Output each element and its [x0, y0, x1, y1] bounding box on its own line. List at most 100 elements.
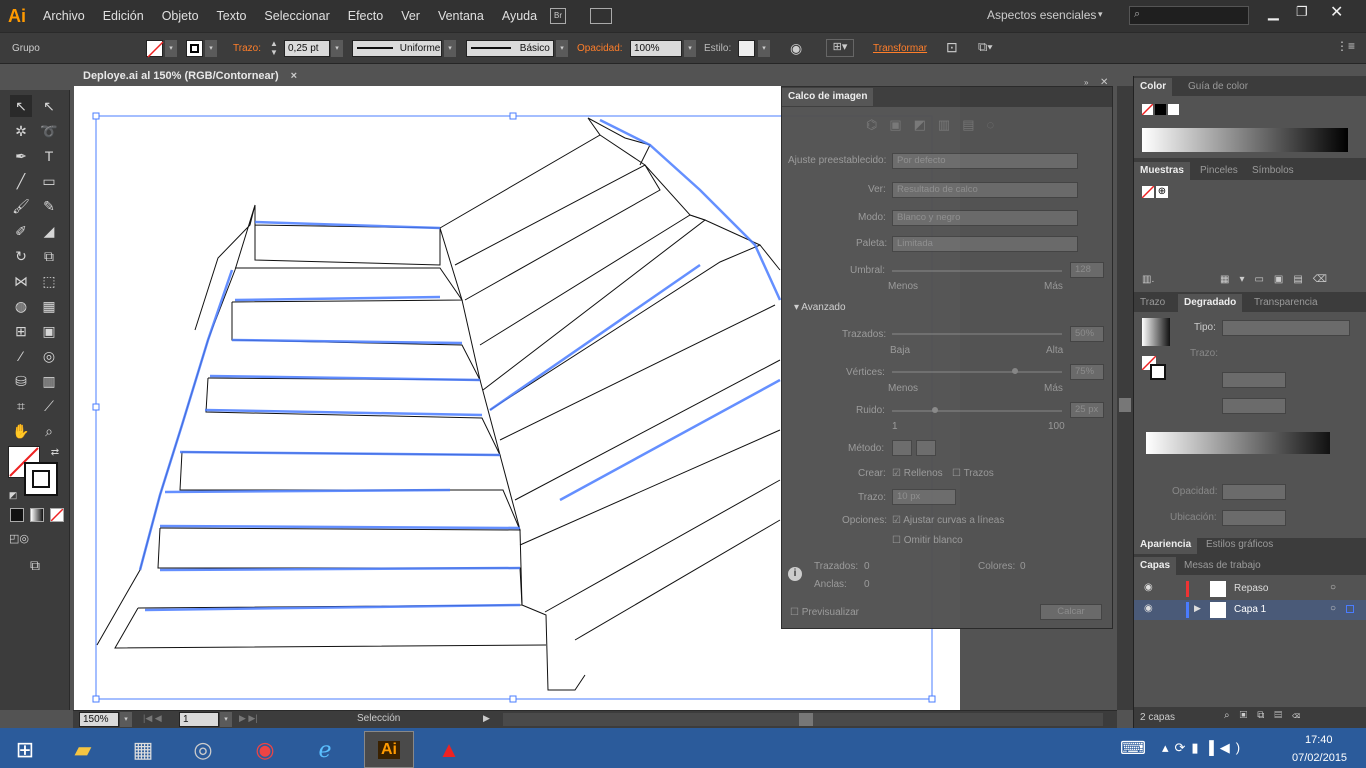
- screen-mode-icon[interactable]: ⧉: [24, 554, 46, 576]
- visibility-icon[interactable]: ◉: [1144, 582, 1153, 593]
- arrange-docs-icon[interactable]: [590, 8, 612, 24]
- free-transform-icon[interactable]: ⬚: [38, 270, 60, 292]
- preset-select[interactable]: Por defecto: [892, 153, 1078, 169]
- type-tool-icon[interactable]: T: [38, 145, 60, 167]
- preview-checkbox[interactable]: ☐ Previsualizar: [790, 607, 859, 618]
- slice-tool-icon[interactable]: ⟋: [38, 395, 60, 417]
- gradient-location-field[interactable]: [1222, 510, 1286, 526]
- gradient-slider[interactable]: [1146, 432, 1330, 454]
- workspace-switcher[interactable]: Aspectos esenciales: [987, 8, 1096, 22]
- workspace-chevron-icon[interactable]: ▾: [1098, 9, 1103, 20]
- gradient-mode-icon[interactable]: [30, 508, 44, 522]
- method-overlapping-icon[interactable]: [916, 440, 936, 456]
- gradient-thumbnail[interactable]: [1142, 318, 1170, 346]
- stroke-stepper-icon[interactable]: ▲ ▼: [270, 39, 278, 57]
- recolor-icon[interactable]: ◉: [790, 40, 802, 57]
- trace-panel-title[interactable]: Calco de imagen: [782, 88, 874, 106]
- network-app-icon[interactable]: ◎: [178, 731, 228, 768]
- advanced-toggle[interactable]: ▾ Avanzado: [794, 302, 846, 313]
- brush-definition[interactable]: Básico: [466, 40, 554, 57]
- target-icon[interactable]: ○: [1330, 603, 1336, 614]
- stroke-color-swatch[interactable]: [24, 462, 58, 496]
- next-artboard-icon[interactable]: ▶ ▶|: [239, 713, 258, 724]
- mode-select[interactable]: Blanco y negro: [892, 210, 1078, 226]
- prev-artboard-icon[interactable]: |◀ ◀: [143, 713, 162, 724]
- black-swatch[interactable]: [1155, 104, 1166, 115]
- direct-selection-tool-icon[interactable]: ↖: [38, 95, 60, 117]
- view-select[interactable]: Resultado de calco: [892, 182, 1078, 198]
- arrange-icon[interactable]: ⧉▾: [978, 39, 993, 55]
- bridge-icon[interactable]: Br: [550, 8, 566, 24]
- zoom-field[interactable]: 150%: [79, 712, 119, 727]
- trace-button[interactable]: Calcar: [1040, 604, 1102, 620]
- menu-window[interactable]: Ventana: [429, 0, 493, 32]
- paths-field[interactable]: 50%: [1070, 326, 1104, 342]
- fill-dropdown[interactable]: ▾: [165, 40, 177, 57]
- symbol-sprayer-icon[interactable]: ⛁: [10, 370, 32, 392]
- rectangle-tool-icon[interactable]: ▭: [38, 170, 60, 192]
- document-tab[interactable]: Deploye.ai al 150% (RGB/Contornear) ×: [75, 67, 303, 85]
- illustrator-taskbar-icon[interactable]: Ai: [364, 731, 414, 768]
- none-swatch[interactable]: [1141, 185, 1155, 199]
- rotate-tool-icon[interactable]: ↻: [10, 245, 32, 267]
- eyedropper-icon[interactable]: ⁄: [10, 345, 32, 367]
- line-tool-icon[interactable]: ╱: [10, 170, 32, 192]
- noise-slider[interactable]: [892, 410, 1062, 412]
- white-swatch[interactable]: [1168, 104, 1179, 115]
- tab-symbols[interactable]: Símbolos: [1246, 162, 1300, 180]
- file-explorer-icon[interactable]: ▰: [58, 731, 108, 768]
- tab-artboards[interactable]: Mesas de trabajo: [1178, 557, 1267, 575]
- strokes-checkbox[interactable]: ☐ Trazos: [952, 468, 994, 479]
- menu-select[interactable]: Seleccionar: [255, 0, 338, 32]
- color-mode-icon[interactable]: [10, 508, 24, 522]
- tab-swatches[interactable]: Muestras: [1134, 162, 1190, 180]
- stroke-weight-label[interactable]: Trazo:: [233, 40, 261, 57]
- hand-tool-icon[interactable]: ✋: [10, 420, 32, 442]
- corners-field[interactable]: 75%: [1070, 364, 1104, 380]
- perspective-grid-icon[interactable]: ▦: [38, 295, 60, 317]
- calculator-icon[interactable]: ▦: [118, 731, 168, 768]
- zoom-tool-icon[interactable]: ⌕: [38, 420, 60, 442]
- paths-slider[interactable]: [892, 333, 1062, 335]
- stroke-dropdown[interactable]: ▾: [205, 40, 217, 57]
- stroke-weight-dropdown[interactable]: ▾: [331, 40, 343, 57]
- draw-mode-icon[interactable]: ◰◎: [8, 528, 30, 550]
- variable-width-profile[interactable]: Uniforme: [352, 40, 442, 57]
- layer-row[interactable]: ◉ Repaso ○: [1134, 579, 1366, 599]
- gradient-opacity-field[interactable]: [1222, 484, 1286, 500]
- restore-icon[interactable]: ❐: [1296, 4, 1308, 20]
- autocad-icon[interactable]: ▲: [424, 731, 474, 768]
- chrome-icon[interactable]: ◉: [240, 731, 290, 768]
- gradient-aspect-field[interactable]: [1222, 398, 1286, 414]
- swap-colors-icon[interactable]: ⇄: [44, 442, 66, 464]
- menu-effect[interactable]: Efecto: [339, 0, 392, 32]
- expand-icon[interactable]: ▶: [1194, 603, 1201, 614]
- paintbrush-icon[interactable]: 🖌: [10, 195, 32, 217]
- snap-curves-checkbox[interactable]: ☑ Ajustar curvas a líneas: [892, 515, 1004, 526]
- help-search-input[interactable]: ⌕: [1129, 6, 1249, 25]
- method-abutting-icon[interactable]: [892, 440, 912, 456]
- noise-slider-knob[interactable]: [932, 407, 938, 413]
- eraser-icon[interactable]: ◢: [38, 220, 60, 242]
- gradient-stroke-swatch[interactable]: [1150, 364, 1166, 380]
- clock-time[interactable]: 17:40: [1305, 734, 1333, 746]
- stroke-swatch[interactable]: [186, 40, 203, 57]
- noise-field[interactable]: 25 px: [1070, 402, 1104, 418]
- horizontal-scrollbar[interactable]: [503, 713, 1103, 726]
- tab-stroke[interactable]: Trazo: [1134, 294, 1171, 312]
- keyboard-icon[interactable]: ⌨: [1120, 738, 1146, 759]
- close-tab-icon[interactable]: ×: [291, 67, 297, 85]
- tab-color-guide[interactable]: Guía de color: [1182, 78, 1254, 96]
- corners-slider[interactable]: [892, 371, 1062, 373]
- none-mode-icon[interactable]: [50, 508, 64, 522]
- preset-icons[interactable]: ⌬▣◩▥▤◌: [866, 117, 1006, 133]
- menu-edit[interactable]: Edición: [94, 0, 153, 32]
- default-colors-icon[interactable]: ◩: [2, 484, 24, 506]
- tab-gradient[interactable]: Degradado: [1178, 294, 1243, 312]
- artboard-dropdown[interactable]: ▾: [220, 712, 232, 727]
- status-menu-icon[interactable]: ▶: [483, 713, 490, 724]
- artboard-tool-icon[interactable]: ⌗: [10, 395, 32, 417]
- menu-object[interactable]: Objeto: [153, 0, 208, 32]
- menu-type[interactable]: Texto: [208, 0, 256, 32]
- close-icon[interactable]: ✕: [1330, 2, 1343, 22]
